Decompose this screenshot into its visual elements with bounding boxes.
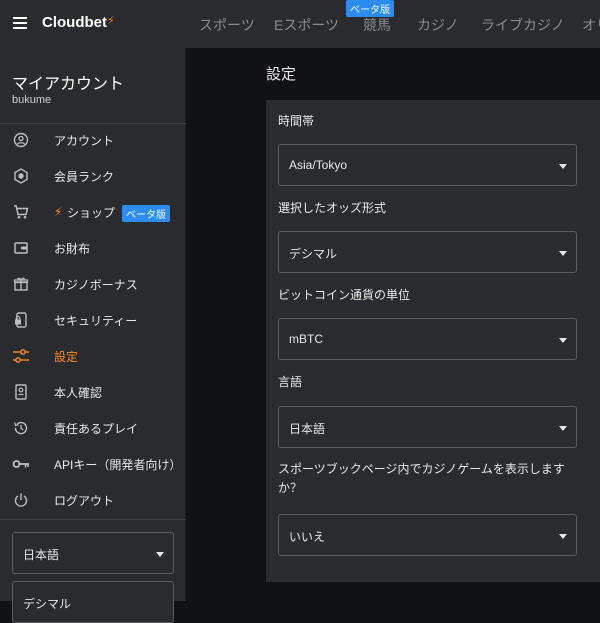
page-title: 設定 <box>266 66 297 83</box>
language-value: 日本語 <box>289 422 326 436</box>
odds-format-select[interactable]: デシマル <box>278 231 577 273</box>
lightning-bolt-icon: ⚡ <box>107 15 115 27</box>
sidebar-item-wallet[interactable]: お財布 <box>0 230 186 266</box>
btc-unit-select[interactable]: mBTC <box>278 318 577 360</box>
nav-horse-racing[interactable]: 競馬 <box>363 15 391 35</box>
sidebar-item-label: APIキー（開発者向け） <box>54 457 182 472</box>
language-select[interactable]: 日本語 <box>278 406 577 448</box>
shop-beta-badge: ベータ版 <box>122 205 170 222</box>
user-circle-icon <box>12 131 30 149</box>
sidebar-item-label: お財布 <box>54 241 91 256</box>
chevron-down-icon <box>559 426 567 431</box>
sidebar-item-security[interactable]: セキュリティー <box>0 302 186 338</box>
nav-sports[interactable]: スポーツ <box>199 15 255 35</box>
id-document-icon <box>12 383 30 401</box>
sidebar-item-label: 設定 <box>54 349 79 364</box>
sidebar-language-select[interactable]: 日本語 <box>12 532 174 574</box>
sidebar-item-label: カジノボーナス <box>54 277 138 292</box>
settings-panel: 時間帯 Asia/Tokyo 選択したオッズ形式 デシマル ビットコイン通貨の単… <box>266 100 600 582</box>
sidebar-item-label: セキュリティー <box>54 313 138 328</box>
brand-logo[interactable]: Cloudbet⚡ <box>42 14 115 31</box>
chevron-down-icon <box>559 164 567 169</box>
sidebar-item-label: ログアウト <box>54 493 115 508</box>
sidebar-language-value: 日本語 <box>23 548 60 562</box>
power-icon <box>12 491 30 509</box>
chevron-down-icon <box>156 552 164 557</box>
history-icon <box>12 419 30 437</box>
sidebar-item-label: 本人確認 <box>54 385 103 400</box>
brand-name: Cloudbet <box>42 14 107 31</box>
timezone-value: Asia/Tokyo <box>289 158 348 172</box>
chevron-down-icon <box>559 251 567 256</box>
nav-esports[interactable]: Eスポーツ <box>274 15 339 35</box>
nav-casino[interactable]: カジノ <box>417 15 459 35</box>
wallet-icon <box>12 239 30 257</box>
lightning-bolt-icon: ⚡ <box>54 205 63 219</box>
sliders-icon <box>12 347 30 365</box>
account-username: bukume <box>12 94 52 106</box>
timezone-label: 時間帯 <box>278 114 315 128</box>
nav-other[interactable]: オリ <box>582 15 600 35</box>
odds-format-label: 選択したオッズ形式 <box>278 201 387 215</box>
sidebar-item-label: 責任あるプレイ <box>54 421 139 436</box>
chevron-down-icon <box>559 534 567 539</box>
sidebar-divider <box>0 519 186 520</box>
language-label: 言語 <box>278 375 303 389</box>
sidebar-item-label: 会員ランク <box>54 169 115 184</box>
sidebar-odds-value: デシマル <box>23 597 72 611</box>
sidebar-item-account[interactable]: アカウント <box>0 122 186 158</box>
top-navigation-bar: Cloudbet⚡ スポーツ Eスポーツ ベータ版 競馬 カジノ ライブカジノ … <box>0 0 600 48</box>
nav-live-casino[interactable]: ライブカジノ <box>481 15 565 35</box>
sidebar-item-logout[interactable]: ログアウト <box>0 482 186 518</box>
sidebar-item-label: ショップ <box>67 205 116 220</box>
show-casino-select[interactable]: いいえ <box>278 514 577 556</box>
phone-lock-icon <box>12 311 30 329</box>
sidebar-item-shop[interactable]: ⚡ ショップ ベータ版 <box>0 194 186 230</box>
key-icon <box>12 455 30 473</box>
show-casino-value: いいえ <box>289 530 326 544</box>
hamburger-menu-icon[interactable] <box>13 17 27 29</box>
btc-unit-label: ビットコイン通貨の単位 <box>278 288 411 302</box>
timezone-select[interactable]: Asia/Tokyo <box>278 144 577 186</box>
sidebar-item-label: アカウント <box>54 133 115 148</box>
sidebar-item-responsible-play[interactable]: 責任あるプレイ <box>0 410 186 446</box>
gift-icon <box>12 275 30 293</box>
chevron-down-icon <box>559 338 567 343</box>
sidebar-item-settings[interactable]: 設定 <box>0 338 186 374</box>
sidebar-item-api-keys[interactable]: APIキー（開発者向け） <box>0 446 186 482</box>
btc-unit-value: mBTC <box>289 332 323 346</box>
sidebar-item-casino-bonus[interactable]: カジノボーナス <box>0 266 186 302</box>
rank-badge-icon <box>12 167 30 185</box>
account-sidebar: マイアカウント bukume アカウント 会員ランク ⚡ ショップ ベータ版 お… <box>0 48 186 623</box>
sidebar-item-verification[interactable]: 本人確認 <box>0 374 186 410</box>
odds-format-value: デシマル <box>289 247 338 261</box>
sidebar-odds-select[interactable]: デシマル <box>12 581 174 623</box>
cart-icon <box>12 203 30 221</box>
sidebar-item-rank[interactable]: 会員ランク <box>0 158 186 194</box>
show-casino-label: スポーツブックページ内でカジノゲームを表示しますか？ <box>278 462 565 495</box>
account-title: マイアカウント <box>12 76 125 93</box>
